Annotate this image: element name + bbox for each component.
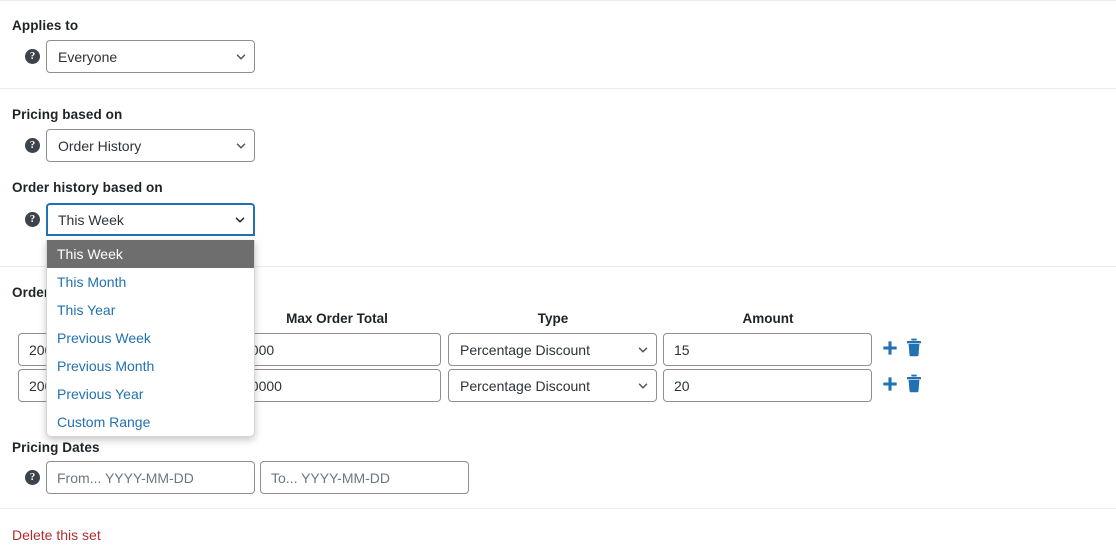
plus-icon-row-2[interactable] <box>881 375 901 399</box>
pricing-date-to-input[interactable] <box>260 461 469 494</box>
order-history-based-on-select-value: This Week <box>58 211 124 228</box>
type-select-value-row-1: Percentage Discount <box>460 341 590 358</box>
applies-to-select-value: Everyone <box>58 48 118 65</box>
dropdown-option-previous-week[interactable]: Previous Week <box>47 324 254 352</box>
chevron-down-icon <box>228 50 254 64</box>
dropdown-option-previous-year[interactable]: Previous Year <box>47 380 254 408</box>
help-circle-icon-order-history[interactable]: ? <box>25 212 40 227</box>
help-circle-icon-pricing-based-on[interactable]: ? <box>25 138 40 153</box>
help-circle-icon-applies-to[interactable]: ? <box>25 49 40 64</box>
max-order-total-input-row-2[interactable] <box>232 369 441 402</box>
type-select-row-2[interactable]: Percentage Discount <box>448 369 657 402</box>
max-order-total-input-row-1[interactable] <box>232 333 441 366</box>
trash-icon-row-1[interactable] <box>905 338 925 362</box>
order-history-based-on-select[interactable]: This Week <box>46 203 255 236</box>
order-history-dropdown-list[interactable]: This Week This Month This Year Previous Wee… <box>46 240 255 437</box>
dropdown-option-this-year[interactable]: This Year <box>47 296 254 324</box>
chevron-down-icon <box>630 343 656 357</box>
chevron-down-icon <box>630 379 656 393</box>
type-select-value-row-2: Percentage Discount <box>460 377 590 394</box>
column-header-type: Type <box>537 311 569 326</box>
dropdown-option-this-week[interactable]: This Week <box>47 240 254 268</box>
divider-applies-to <box>0 88 1116 89</box>
applies-to-select[interactable]: Everyone <box>46 40 255 73</box>
pricing-based-on-select[interactable]: Order History <box>46 129 255 162</box>
delete-this-set-link[interactable]: Delete this set <box>12 527 101 543</box>
amount-input-row-1[interactable] <box>663 333 872 366</box>
order-table-label: Order <box>12 285 50 300</box>
dropdown-option-previous-month[interactable]: Previous Month <box>47 352 254 380</box>
dropdown-option-custom-range[interactable]: Custom Range <box>47 408 254 436</box>
pricing-based-on-select-value: Order History <box>58 137 142 154</box>
trash-icon-row-2[interactable] <box>905 374 925 398</box>
order-history-based-on-label: Order history based on <box>12 180 163 195</box>
dropdown-option-this-month[interactable]: This Month <box>47 268 254 296</box>
column-header-amount: Amount <box>742 311 794 326</box>
divider-top <box>0 0 1116 1</box>
pricing-date-from-input[interactable] <box>46 461 255 494</box>
pricing-rule-form: Applies to ? Everyone Pricing based on ?… <box>0 0 1116 554</box>
chevron-down-icon <box>227 213 253 227</box>
plus-icon-row-1[interactable] <box>881 339 901 363</box>
pricing-dates-label: Pricing Dates <box>12 440 100 455</box>
column-header-max-order-total: Max Order Total <box>286 311 388 326</box>
type-select-row-1[interactable]: Percentage Discount <box>448 333 657 366</box>
help-circle-icon-pricing-dates[interactable]: ? <box>25 470 40 485</box>
pricing-based-on-label: Pricing based on <box>12 107 123 122</box>
chevron-down-icon <box>228 139 254 153</box>
applies-to-label: Applies to <box>12 18 79 33</box>
divider-footer <box>0 508 1116 509</box>
amount-input-row-2[interactable] <box>663 369 872 402</box>
